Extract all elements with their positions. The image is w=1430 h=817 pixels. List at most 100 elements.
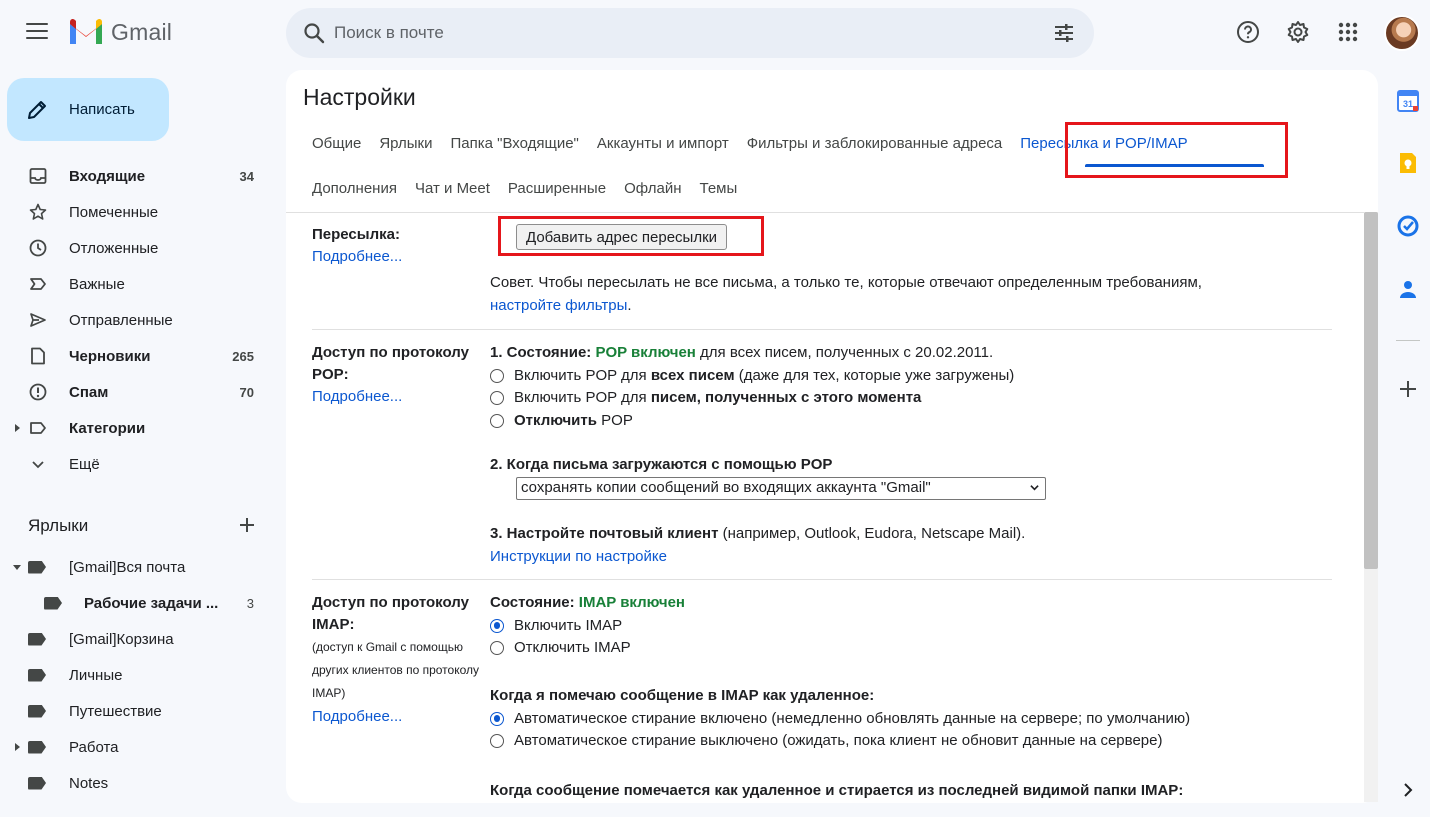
settings-panel: Настройки Общие Ярлыки Папка "Входящие" … xyxy=(286,70,1378,803)
forwarding-label: Пересылка: xyxy=(312,226,400,243)
setup-instructions-link[interactable]: Инструкции по настройке xyxy=(490,548,667,565)
forwarding-learn-more-link[interactable]: Подробнее... xyxy=(312,248,402,265)
add-label-icon[interactable] xyxy=(236,514,258,536)
tab-general[interactable]: Общие xyxy=(312,135,361,159)
label-icon xyxy=(28,668,46,682)
tab-inbox[interactable]: Папка "Входящие" xyxy=(450,135,578,159)
pop-action-select[interactable]: сохранять копии сообщений во входящих ак… xyxy=(516,477,1046,500)
side-panel-divider xyxy=(1396,340,1420,341)
label-item[interactable]: Путешествие xyxy=(0,693,270,729)
label-icon xyxy=(28,632,46,646)
imap-option-disable[interactable]: Отключить IMAP xyxy=(490,637,1310,660)
sidebar-item-important[interactable]: Важные xyxy=(0,266,270,302)
sidebar-item-snoozed[interactable]: Отложенные xyxy=(0,230,270,266)
label-item[interactable]: Notes xyxy=(0,765,270,801)
tab-accounts[interactable]: Аккаунты и импорт xyxy=(597,135,729,159)
label-name: Личные xyxy=(69,666,123,684)
setup-filters-link[interactable]: настройте фильтры xyxy=(490,297,627,314)
label-outline-icon xyxy=(30,422,46,434)
radio-button[interactable] xyxy=(490,734,504,749)
pop-option-from-now[interactable]: Включить POP для писем, полученных с это… xyxy=(490,387,1310,410)
compose-label: Написать xyxy=(69,101,135,118)
pop-option-disable[interactable]: Отключить POP xyxy=(490,410,1310,433)
expand-arrow-icon[interactable] xyxy=(15,424,20,432)
gear-icon[interactable] xyxy=(1285,19,1311,45)
highlight-box-button xyxy=(498,216,764,256)
sidebar-item-starred[interactable]: Помеченные xyxy=(0,194,270,230)
contacts-icon[interactable] xyxy=(1396,277,1420,301)
tab-labels[interactable]: Ярлыки xyxy=(379,135,432,159)
tab-addons[interactable]: Дополнения xyxy=(312,180,397,204)
tasks-icon[interactable] xyxy=(1396,214,1420,238)
radio-button-checked[interactable] xyxy=(490,711,504,726)
auto-expunge-off-option[interactable]: Автоматическое стирание выключено (ожида… xyxy=(490,730,1310,753)
pop-option-all[interactable]: Включить POP для всех писем (даже для те… xyxy=(490,365,1310,388)
search-options-icon[interactable] xyxy=(1052,21,1076,45)
label-item[interactable]: [Gmail]Вся почта xyxy=(0,549,270,585)
account-avatar[interactable] xyxy=(1384,15,1420,51)
label-name: [Gmail]Корзина xyxy=(69,630,174,648)
radio-button[interactable] xyxy=(490,368,504,383)
collapse-arrow-icon[interactable] xyxy=(13,564,21,570)
radio-button[interactable] xyxy=(490,413,504,428)
pop-when-title: 2. Когда письма загружаются с помощью PO… xyxy=(490,456,833,473)
imap-learn-more-link[interactable]: Подробнее... xyxy=(312,708,402,725)
search-input[interactable] xyxy=(334,8,1034,58)
imap-option-enable[interactable]: Включить IMAP xyxy=(490,615,1310,638)
sidebar-item-more[interactable]: Ещё xyxy=(0,446,270,482)
label-icon xyxy=(28,704,46,718)
search-icon[interactable] xyxy=(302,21,326,45)
draft-icon xyxy=(31,347,45,365)
sidebar-item-label: Отправленные xyxy=(69,311,173,329)
sidebar-item-categories[interactable]: Категории xyxy=(0,410,270,446)
unread-count: 70 xyxy=(239,384,254,400)
option-text-bold: писем, полученных с этого момента xyxy=(650,389,922,406)
label-item[interactable]: Работа xyxy=(0,729,270,765)
gmail-logo[interactable]: Gmail xyxy=(68,18,172,46)
expand-arrow-icon[interactable] xyxy=(15,743,20,751)
chevron-right-icon[interactable] xyxy=(1400,782,1416,798)
option-text-bold: всех писем xyxy=(650,366,735,384)
label-item[interactable]: Личные xyxy=(0,657,270,693)
tab-offline[interactable]: Офлайн xyxy=(624,180,681,204)
tab-chat-meet[interactable]: Чат и Meet xyxy=(415,180,490,204)
sidebar-item-label: Категории xyxy=(69,419,146,437)
label-name: Notes xyxy=(69,774,109,792)
add-icon[interactable] xyxy=(1396,377,1420,401)
keep-icon[interactable] xyxy=(1396,151,1420,175)
imap-settings: Состояние: IMAP включен Включить IMAP От… xyxy=(490,592,1310,660)
pop-settings: 1. Состояние: POP включен для всех писем… xyxy=(490,342,1310,432)
compose-button[interactable]: Написать xyxy=(7,78,169,141)
tab-themes[interactable]: Темы xyxy=(700,180,738,204)
unread-count: 3 xyxy=(246,595,254,611)
sidebar-item-sent[interactable]: Отправленные xyxy=(0,302,270,338)
radio-button-checked[interactable] xyxy=(490,618,504,633)
pop-status: 1. Состояние: POP включен для всех писем… xyxy=(490,342,1310,365)
radio-button[interactable] xyxy=(490,641,504,656)
tab-filters[interactable]: Фильтры и заблокированные адреса xyxy=(747,135,1003,159)
pop-client-suffix: (например, Outlook, Eudora, Netscape Mai… xyxy=(722,525,1026,542)
calendar-icon[interactable]: 31 xyxy=(1396,89,1420,113)
label-name: Путешествие xyxy=(69,702,162,720)
spam-icon xyxy=(29,383,47,401)
label-item[interactable]: Рабочие задачи ... 3 xyxy=(0,585,270,621)
apps-grid-icon[interactable] xyxy=(1335,19,1361,45)
auto-expunge-on-option[interactable]: Автоматическое стирание включено (немедл… xyxy=(490,708,1310,731)
scrollbar-thumb[interactable] xyxy=(1364,212,1378,569)
sidebar-nav: Входящие 34 Помеченные Отложенные Важные… xyxy=(0,158,270,482)
option-text: POP xyxy=(601,411,633,429)
sidebar-item-label: Помеченные xyxy=(69,203,159,221)
main-menu-icon[interactable] xyxy=(20,18,54,48)
imap-delete-settings: Когда я помечаю сообщение в IMAP как уда… xyxy=(490,685,1310,753)
tab-advanced[interactable]: Расширенные xyxy=(508,180,606,204)
imap-status-value: IMAP включен xyxy=(578,594,685,611)
pop-learn-more-link[interactable]: Подробнее... xyxy=(312,388,402,405)
sidebar-item-inbox[interactable]: Входящие 34 xyxy=(0,158,270,194)
pop-client: 3. Настройте почтовый клиент (например, … xyxy=(490,523,1310,568)
sidebar-item-spam[interactable]: Спам 70 xyxy=(0,374,270,410)
label-item[interactable]: [Gmail]Корзина xyxy=(0,621,270,657)
help-icon[interactable] xyxy=(1235,19,1261,45)
radio-button[interactable] xyxy=(490,391,504,406)
sidebar-item-drafts[interactable]: Черновики 265 xyxy=(0,338,270,374)
gmail-m-icon xyxy=(70,18,102,44)
